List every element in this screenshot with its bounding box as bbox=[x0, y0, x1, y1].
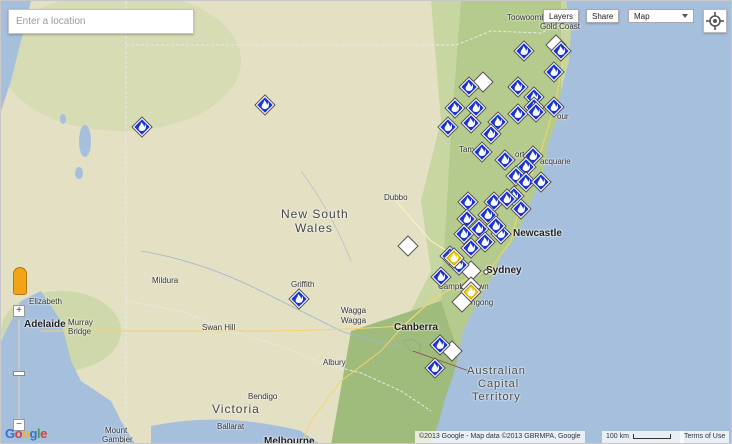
crosshair-icon bbox=[706, 12, 724, 30]
fire-marker-icon[interactable] bbox=[513, 40, 535, 62]
layers-button[interactable]: Layers bbox=[543, 9, 580, 23]
chevron-down-icon bbox=[682, 14, 688, 18]
fire-marker-icon[interactable] bbox=[131, 116, 153, 138]
pegman-icon[interactable] bbox=[13, 267, 27, 295]
fire-marker-icon[interactable] bbox=[507, 76, 529, 98]
scale-bar-line bbox=[632, 433, 671, 439]
share-button[interactable]: Share bbox=[586, 9, 620, 23]
map-type-select[interactable]: Map bbox=[628, 9, 694, 23]
fire-marker-layer bbox=[131, 34, 572, 379]
my-location-button[interactable] bbox=[703, 9, 727, 33]
zoom-slider-handle[interactable] bbox=[13, 371, 25, 376]
fire-marker-icon[interactable] bbox=[457, 191, 479, 213]
fire-marker-icon[interactable] bbox=[437, 116, 459, 138]
burnt-marker-icon[interactable] bbox=[397, 235, 419, 257]
search-input[interactable]: Enter a location bbox=[8, 9, 194, 34]
fire-marker-icon[interactable] bbox=[543, 61, 565, 83]
fire-marker-icon[interactable] bbox=[543, 96, 565, 118]
map-type-label: Map bbox=[634, 12, 650, 21]
fire-marker-icon[interactable] bbox=[494, 149, 516, 171]
map-attribution: ©2013 Google - Map data ©2013 GBRMPA, Go… bbox=[415, 431, 585, 443]
fire-marker-icon[interactable] bbox=[471, 141, 493, 163]
zoom-control: + − bbox=[12, 267, 28, 437]
zoom-in-button[interactable]: + bbox=[13, 305, 25, 317]
terms-of-use-link[interactable]: Terms of Use bbox=[680, 431, 730, 443]
fire-marker-icon[interactable] bbox=[254, 94, 276, 116]
google-logo: Google bbox=[5, 426, 47, 441]
scale-bar: 100 km bbox=[602, 431, 684, 443]
fire-marker-icon[interactable] bbox=[424, 357, 446, 379]
fire-marker-icon[interactable] bbox=[288, 288, 310, 310]
scale-label: 100 km bbox=[606, 433, 629, 440]
map-canvas[interactable]: Toowoomba Gold Coast New South Wales Dub… bbox=[0, 0, 732, 444]
fire-marker-icon[interactable] bbox=[530, 171, 552, 193]
fire-marker-icon[interactable] bbox=[444, 97, 466, 119]
fire-marker-icon[interactable] bbox=[430, 266, 452, 288]
